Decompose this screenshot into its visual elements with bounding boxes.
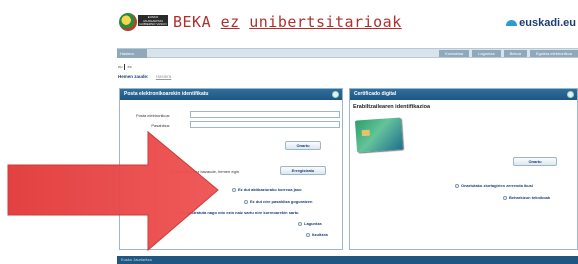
no-activation-email-link[interactable]: Ez dut aktibaziorako korreoa jaso [232, 187, 302, 192]
radio-bullet-icon [232, 187, 236, 192]
forgot-password-link[interactable]: Ez dut nire pasahitza gogoratzen [244, 199, 312, 204]
top-nav: Hasiera Kontaktua Laguntza Bekoa Egoitza… [117, 48, 578, 58]
email-login-title: Posta elektronikoarekin identifikatu [124, 91, 209, 97]
certificate-accept-button[interactable]: Onartu [513, 157, 557, 166]
radio-bullet-icon [503, 195, 507, 200]
euskadi-brand-link[interactable]: euskadi.eu [506, 17, 576, 29]
panel-toggle-icon[interactable] [332, 91, 339, 98]
link-label: Ez dut aktibaziorako korreoa jaso [238, 187, 302, 192]
register-button[interactable]: Erregistratu [280, 166, 326, 175]
government-logo[interactable]: EUSKO JAURLARITZA GOBIERNO VASCO [138, 15, 168, 26]
certificate-list-link[interactable]: Onartutako ziurtagirien zerrenda ikusi [455, 183, 533, 188]
radio-bullet-icon [244, 199, 248, 204]
nav-link-e-office[interactable]: Egoitza elektronikoa [529, 50, 578, 57]
euskadi-logo-icon [506, 20, 518, 27]
lang-separator [124, 64, 126, 70]
certificate-title: Certificado digital [354, 91, 397, 97]
breadcrumb-label: Hemen zaude: [118, 74, 149, 79]
euskadi-brand-text: euskadi.eu [519, 17, 576, 29]
email-label: Posta elektronikoa: [135, 113, 170, 118]
title-rest: unibertsitarioak [249, 13, 402, 31]
link-label: Beharkizun teknikoak [509, 195, 551, 200]
title-prefix: BEKA [173, 13, 212, 31]
email-login-panel: Posta elektronikoarekin identifikatu Pos… [119, 88, 343, 250]
email-login-header: Posta elektronikoarekin identifikatu [120, 89, 342, 100]
register-text: Erregistratuta ez bazaude, hemen egin [170, 169, 239, 174]
nav-home-link[interactable]: Hasiera [117, 49, 147, 58]
language-switch: eu es [118, 64, 132, 70]
link-label: Ez dut nire pasahitza gogoratzen [250, 199, 313, 204]
radio-bullet-icon [298, 221, 302, 226]
cannot-login-link[interactable]: Erregistratuta nago edo ezin naiz sartu … [180, 210, 298, 215]
nav-link-beka[interactable]: Bekoa [503, 50, 527, 57]
link-label: Laguntza [304, 221, 322, 226]
page: EUSKO JAURLARITZA GOBIERNO VASCO BEKA ez… [117, 0, 578, 264]
logo-line-2: GOBIERNO VASCO [139, 22, 167, 26]
site-header: EUSKO JAURLARITZA GOBIERNO VASCO BEKA ez… [117, 8, 578, 38]
nav-link-contact[interactable]: Kontaktua [439, 50, 470, 57]
password-field[interactable] [190, 121, 340, 128]
lang-es[interactable]: es [127, 64, 131, 69]
footer-bar: Eusko Jaurlaritza [117, 256, 578, 264]
card-chip-icon [361, 129, 371, 137]
link-label: Itzultzea [312, 232, 328, 237]
footer-text: Eusko Jaurlaritza [121, 257, 152, 262]
password-label: Pasahitza: [151, 123, 170, 128]
government-emblem-icon [119, 13, 137, 31]
login-button[interactable]: Onartu [285, 141, 321, 150]
panel-toggle-icon[interactable] [567, 91, 574, 98]
link-label: Erregistratuta nago edo ezin naiz sartu … [180, 210, 299, 215]
link-label: Onartutako ziurtagirien zerrenda ikusi [461, 183, 534, 188]
nav-link-help[interactable]: Laguntza [472, 50, 501, 57]
certificate-header: Certificado digital [350, 89, 577, 100]
site-title[interactable]: BEKA ez unibertsitarioak [173, 13, 402, 31]
breadcrumb: Hemen zaude: Hasiera [118, 74, 171, 79]
radio-bullet-icon [455, 183, 459, 188]
smart-card-image [354, 117, 404, 153]
nav-links: Kontaktua Laguntza Bekoa Egoitza elektro… [439, 50, 578, 57]
help-link[interactable]: Laguntza [298, 221, 322, 226]
title-ez: ez [220, 13, 240, 31]
back-link[interactable]: Itzultzea [306, 232, 328, 237]
tech-requirements-link[interactable]: Beharkizun teknikoak [503, 195, 550, 200]
email-field[interactable] [190, 111, 340, 118]
certificate-subtitle: Erabiltzailearen identifikazioa [353, 104, 431, 110]
certificate-panel: Certificado digital Erabiltzailearen ide… [349, 88, 578, 250]
radio-bullet-icon [306, 232, 310, 237]
lang-eu[interactable]: eu [118, 64, 122, 69]
breadcrumb-current[interactable]: Hasiera [156, 74, 172, 79]
